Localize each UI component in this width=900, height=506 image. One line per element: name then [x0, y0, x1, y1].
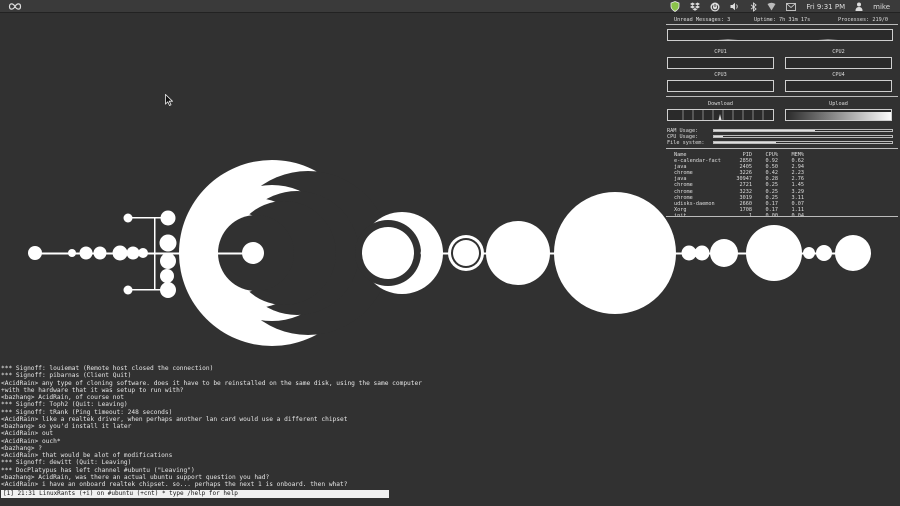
- cpu2-graph: [785, 57, 892, 69]
- chat-line: <bazhang> AcidRain, was there an actual …: [1, 473, 270, 481]
- irc-chat-log: *** Signoff: louiemat (Remote host close…: [1, 365, 641, 488]
- power-icon[interactable]: [710, 2, 720, 12]
- upload-graph: [785, 109, 892, 121]
- unread-messages: Unread Messages: 3: [674, 17, 731, 23]
- cpu1-label: CPU1: [714, 49, 727, 55]
- chat-line: <AcidRain> that would be alot of modific…: [1, 452, 173, 459]
- total-cpu-graph: [667, 29, 893, 41]
- ram-usage-bar: [713, 129, 893, 132]
- bluetooth-icon[interactable]: [750, 1, 758, 12]
- chat-line: *** Signoff: louiemat (Remote host close…: [1, 365, 214, 372]
- dropbox-icon[interactable]: [690, 2, 701, 11]
- shield-icon[interactable]: [670, 1, 680, 12]
- cpu2-label: CPU2: [832, 49, 845, 55]
- chat-line: *** Signoff: pibarnas (Client Quit): [1, 372, 132, 380]
- clock-text[interactable]: Fri 9:31 PM: [806, 3, 845, 11]
- processes-count: Processes: 219/0: [838, 17, 888, 23]
- chat-line: *** Signoff: dewitt (Quit: Leaving): [1, 459, 132, 467]
- cpu4-label: CPU4: [832, 72, 845, 78]
- user-icon[interactable]: [855, 2, 863, 11]
- filesystem-bar: [713, 141, 893, 144]
- chat-line: <AcidRain> ouch*: [1, 437, 61, 445]
- chat-line: <bazhang> AcidRain, of course not: [1, 394, 124, 401]
- conky-system-monitor: Unread Messages: 3 Uptime: 7h 31m 17s Pr…: [666, 14, 898, 224]
- filesystem-label: File system:: [667, 140, 705, 146]
- chat-line: <AcidRain> i have an onboard realtek chi…: [1, 481, 348, 488]
- irc-status-bar[interactable]: [1] 21:31 LinuxRants (+i) on #ubuntu (+c…: [1, 490, 389, 498]
- username-text[interactable]: mike: [873, 3, 890, 11]
- cpu3-label: CPU3: [714, 72, 727, 78]
- process-table: Name PID CPU% MEM% e-calendar-fact 2850 0.…: [674, 152, 804, 219]
- chat-line: *** Signoff: Toph2 (Quit: Leaving): [1, 401, 128, 409]
- network-icon[interactable]: [767, 2, 776, 11]
- chat-line: <AcidRain> out: [1, 430, 54, 438]
- download-label: Download: [708, 101, 733, 107]
- cpu3-graph: [667, 80, 774, 92]
- chat-line: <bazhang> so you'd install it later: [1, 423, 132, 430]
- top-panel: Fri 9:31 PM mike: [0, 0, 900, 13]
- uptime-text: Uptime: 7h 31m 17s: [754, 17, 811, 23]
- cpu1-graph: [667, 57, 774, 69]
- download-graph: [667, 109, 774, 121]
- cpu4-graph: [785, 80, 892, 92]
- infinity-icon[interactable]: [8, 1, 22, 12]
- chat-line: *** Signoff: tRank (Ping timeout: 248 se…: [1, 408, 173, 416]
- upload-label: Upload: [829, 101, 848, 107]
- volume-icon[interactable]: [730, 2, 740, 11]
- chat-line: <AcidRain> like a realtek driver, when p…: [1, 415, 348, 423]
- mouse-cursor-icon: [165, 91, 174, 110]
- chat-line: *** DocPlatypus has left channel #ubuntu…: [1, 466, 195, 474]
- chat-line: <bazhang> ?: [1, 444, 42, 452]
- system-tray: Fri 9:31 PM mike: [670, 0, 900, 13]
- chat-line: +with the hardware that it was setup to …: [1, 386, 184, 394]
- mail-icon[interactable]: [786, 2, 797, 11]
- cpu-usage-bar: [713, 135, 893, 138]
- chat-line: <AcidRain> any type of cloning software.…: [1, 379, 422, 387]
